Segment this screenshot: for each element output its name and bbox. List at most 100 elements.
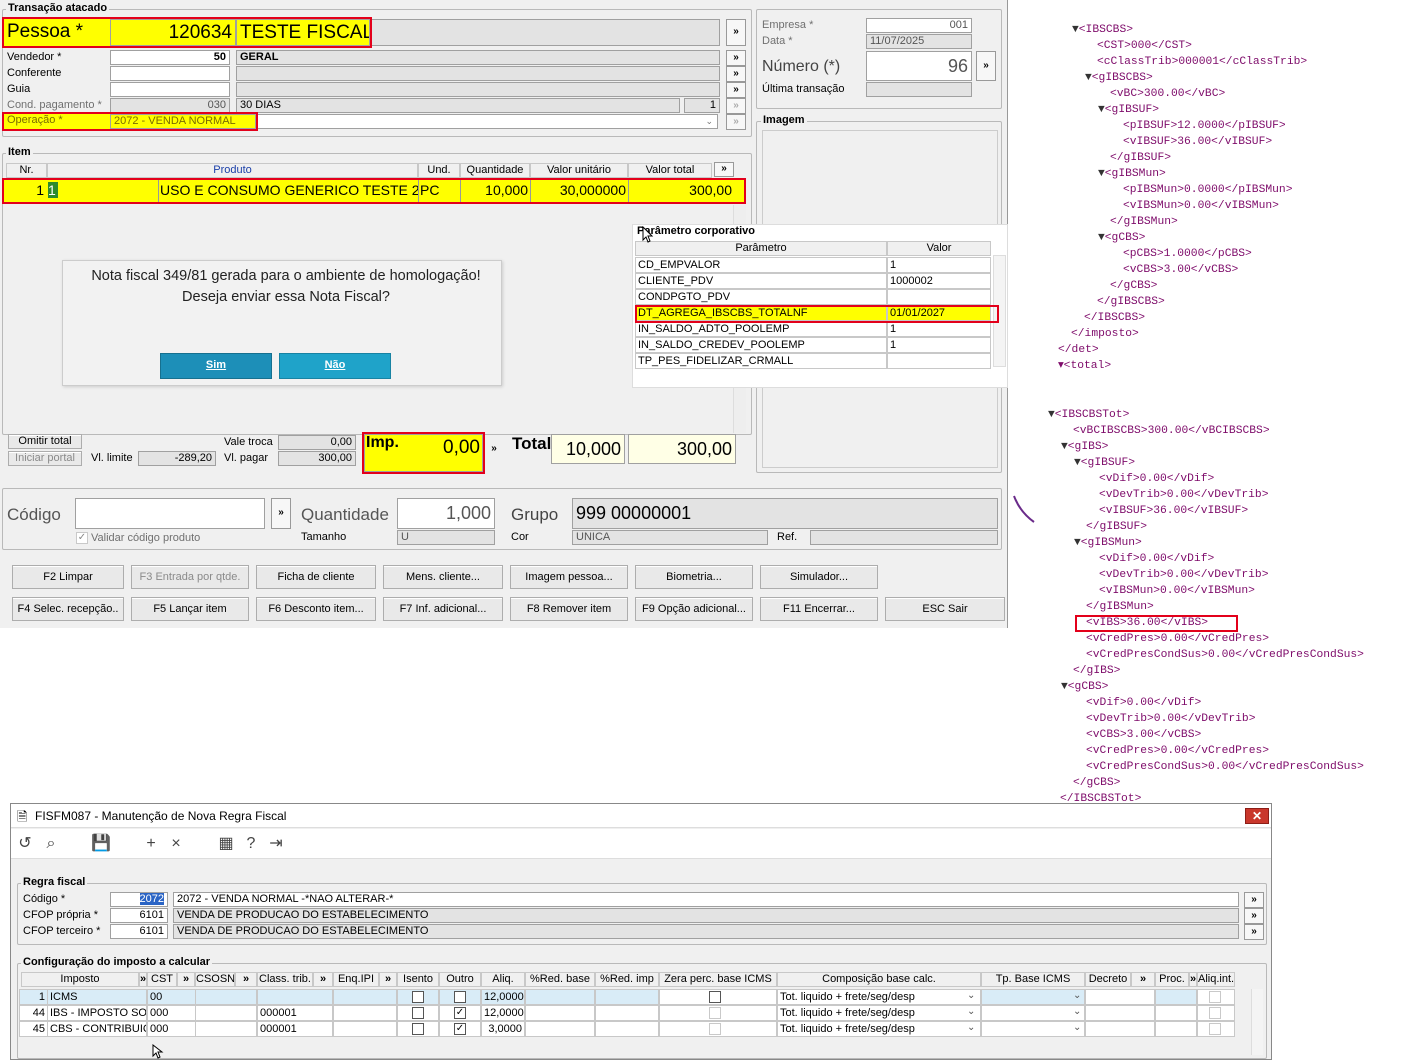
column-header[interactable]: %Red. base [525, 972, 595, 987]
column-header[interactable]: Class. trib. [257, 972, 313, 987]
omitir-total-button[interactable]: Omitir total [8, 434, 82, 449]
expand-triangle-icon[interactable]: ▼ [1098, 104, 1105, 116]
cfop-propria-input[interactable]: 6101 [110, 908, 168, 923]
tp-base-select[interactable] [981, 989, 1085, 1005]
aliq-int-checkbox[interactable] [1209, 1007, 1221, 1019]
class-trib-cell[interactable] [257, 989, 333, 1005]
tp-base-select[interactable] [981, 1021, 1085, 1037]
column-more-button[interactable]: » [379, 972, 397, 987]
col-valor-unitario[interactable]: Valor unitário [530, 163, 628, 178]
esc-sair-button[interactable]: ESC Sair [885, 597, 1005, 621]
exit-icon[interactable]: ⇥ [266, 835, 286, 853]
param-value-cell[interactable] [887, 289, 991, 305]
enq-ipi-cell[interactable] [333, 1021, 397, 1037]
expand-triangle-icon[interactable]: ▼ [1061, 681, 1068, 693]
operacao-more-button[interactable]: » [726, 114, 746, 130]
ficha-cliente-button[interactable]: Ficha de cliente [256, 565, 376, 589]
iniciar-portal-button[interactable]: Iniciar portal [8, 451, 82, 466]
item-columns-button[interactable]: » [714, 162, 734, 177]
expand-triangle-icon[interactable]: ▼ [1098, 168, 1105, 180]
outro-checkbox[interactable] [454, 991, 466, 1003]
quantidade-input[interactable]: 1,000 [397, 498, 495, 529]
column-header[interactable]: Enq.IPI [333, 972, 379, 987]
decreto-cell[interactable] [1085, 989, 1155, 1005]
param-name-cell[interactable]: IN_SALDO_ADTO_POOLEMP [635, 321, 887, 337]
f2-limpar-button[interactable]: F2 Limpar [12, 565, 124, 589]
imagem-pessoa-button[interactable]: Imagem pessoa... [510, 565, 628, 589]
isento-checkbox[interactable] [412, 991, 424, 1003]
csosn-cell[interactable] [195, 1021, 257, 1037]
column-more-button[interactable]: » [139, 972, 147, 987]
red-base-cell[interactable] [525, 1005, 595, 1021]
red-base-cell[interactable] [525, 989, 595, 1005]
col-quantidade[interactable]: Quantidade [460, 163, 530, 178]
param-name-cell[interactable]: IN_SALDO_CREDEV_POOLEMP [635, 337, 887, 353]
proc-cell[interactable] [1155, 1005, 1197, 1021]
column-more-button[interactable]: » [1131, 972, 1155, 987]
cfop-terceiro-more-button[interactable]: » [1244, 924, 1264, 940]
outro-checkbox[interactable]: ✓ [454, 1007, 466, 1019]
imposto-cell[interactable]: ICMS [47, 989, 147, 1005]
column-more-button[interactable]: » [235, 972, 257, 987]
param-name-cell[interactable]: CLIENTE_PDV [635, 273, 887, 289]
isento-checkbox[interactable] [412, 1023, 424, 1035]
cfop-propria-more-button[interactable]: » [1244, 908, 1264, 924]
expand-triangle-icon[interactable]: ▼ [1085, 72, 1092, 84]
fisfm-codigo-more-button[interactable]: » [1244, 892, 1264, 908]
cst-cell[interactable]: 00 [147, 989, 199, 1005]
pessoa-more-button[interactable]: » [726, 19, 746, 46]
chevron-down-icon[interactable]: ⌄ [967, 1022, 975, 1033]
param-name-cell[interactable]: CD_EMPVALOR [635, 257, 887, 273]
column-header[interactable]: Zera perc. base ICMS [659, 972, 777, 987]
red-imp-cell[interactable] [595, 1021, 659, 1037]
codigo-more-button[interactable]: » [271, 498, 291, 529]
composicao-select[interactable]: Tot. liquido + frete/seg/desp [777, 1005, 981, 1021]
undo-icon[interactable]: ↺ [15, 835, 35, 853]
vendedor-code-input[interactable]: 50 [110, 50, 230, 65]
biometria-button[interactable]: Biometria... [635, 565, 753, 589]
decreto-cell[interactable] [1085, 1021, 1155, 1037]
col-nr[interactable]: Nr. [6, 163, 47, 178]
f5-lancar-item-button[interactable]: F5 Lançar item [131, 597, 249, 621]
f9-opcao-adicional-button[interactable]: F9 Opção adicional... [635, 597, 753, 621]
expand-triangle-icon[interactable]: ▼ [1048, 409, 1055, 421]
grid-scrollbar[interactable] [1251, 989, 1263, 1055]
zera-checkbox[interactable] [709, 1007, 721, 1019]
col-valor-total[interactable]: Valor total [628, 163, 712, 178]
expand-triangle-icon[interactable]: ▼ [1074, 537, 1081, 549]
composicao-select[interactable]: Tot. liquido + frete/seg/desp [777, 1021, 981, 1037]
chevron-down-icon[interactable]: ⌄ [1073, 1006, 1081, 1017]
expand-triangle-icon[interactable]: ▼ [1074, 457, 1081, 469]
calendar-icon[interactable]: ▦ [216, 835, 236, 853]
column-more-button[interactable]: » [313, 972, 333, 987]
numero-input[interactable]: 96 [866, 51, 972, 81]
param-value-cell[interactable]: 1 [887, 257, 991, 273]
guia-more-button[interactable]: » [726, 82, 746, 98]
col-valor[interactable]: Valor [887, 241, 991, 256]
column-header[interactable]: Decreto [1085, 972, 1131, 987]
delete-icon[interactable]: × [166, 835, 186, 853]
aliq-cell[interactable]: 3,0000 [481, 1021, 525, 1037]
dialog-no-button[interactable]: Não [279, 353, 391, 379]
operacao-dropdown[interactable]: ⌄ [256, 114, 718, 129]
imp-more-button[interactable]: » [484, 436, 504, 464]
fisfm-codigo-input[interactable]: 2072 [110, 892, 168, 907]
expand-triangle-icon[interactable]: ▼ [1061, 441, 1068, 453]
aliq-int-checkbox[interactable] [1209, 1023, 1221, 1035]
save-icon[interactable]: 💾 [91, 835, 111, 853]
f3-entrada-button[interactable]: F3 Entrada por qtde. [131, 565, 249, 589]
param-name-cell[interactable]: CONDPGTO_PDV [635, 289, 887, 305]
csosn-cell[interactable] [195, 1005, 257, 1021]
column-header[interactable]: Proc. [1155, 972, 1189, 987]
chevron-down-icon[interactable]: ⌄ [1073, 1022, 1081, 1033]
cond-pagamento-more-button[interactable]: » [726, 98, 746, 114]
simulador-button[interactable]: Simulador... [760, 565, 878, 589]
chevron-down-icon[interactable]: ⌄ [967, 1006, 975, 1017]
expand-triangle-icon[interactable]: ▼ [1098, 232, 1105, 244]
aliq-cell[interactable]: 12,0000 [481, 989, 525, 1005]
class-trib-cell[interactable]: 000001 [257, 1021, 333, 1037]
dialog-yes-button[interactable]: Sim [160, 353, 272, 379]
class-trib-cell[interactable]: 000001 [257, 1005, 333, 1021]
f6-desconto-item-button[interactable]: F6 Desconto item... [256, 597, 376, 621]
col-parametro[interactable]: Parâmetro [635, 241, 887, 256]
